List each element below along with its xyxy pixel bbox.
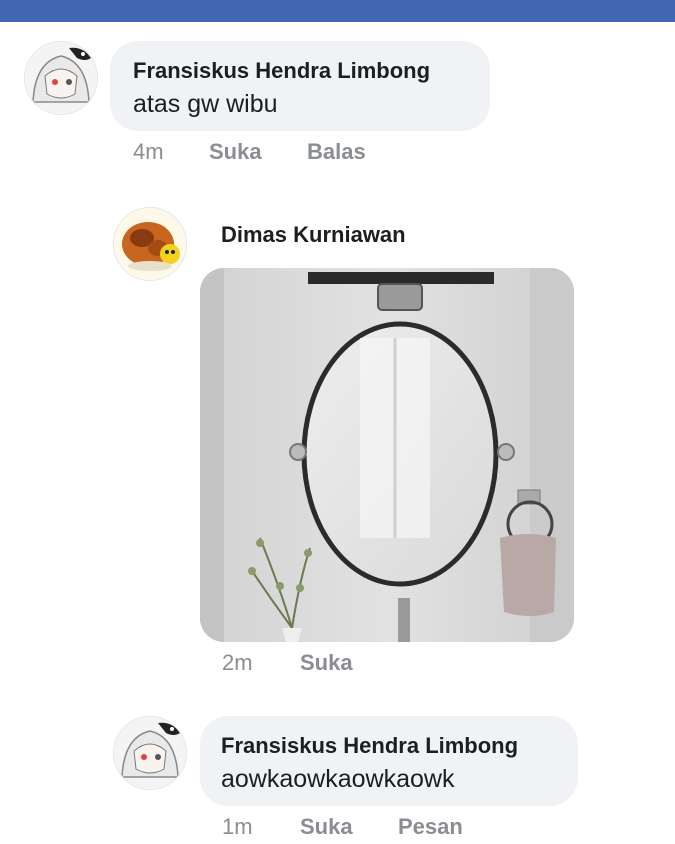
comment-text: aowkaowkaowkaowk bbox=[221, 765, 455, 793]
comment-text: atas gw wibu bbox=[133, 90, 278, 118]
avatar[interactable] bbox=[113, 207, 187, 281]
comment-photo[interactable] bbox=[200, 268, 574, 642]
comment-time: 2m bbox=[222, 650, 253, 675]
like-button[interactable]: Suka bbox=[209, 139, 262, 165]
avatar[interactable] bbox=[113, 716, 187, 790]
reply-button[interactable]: Balas bbox=[307, 139, 366, 165]
comment-author[interactable]: Fransiskus Hendra Limbong bbox=[133, 58, 430, 84]
comment-time: 1m bbox=[222, 814, 253, 839]
comment-author[interactable]: Dimas Kurniawan bbox=[221, 222, 406, 248]
avatar[interactable] bbox=[24, 41, 98, 115]
like-button[interactable]: Suka bbox=[300, 814, 353, 840]
comment-author[interactable]: Fransiskus Hendra Limbong bbox=[221, 733, 518, 759]
app-header-bar bbox=[0, 0, 675, 22]
like-button[interactable]: Suka bbox=[300, 650, 353, 676]
message-button[interactable]: Pesan bbox=[398, 814, 463, 840]
comment-time: 4m bbox=[133, 139, 164, 164]
